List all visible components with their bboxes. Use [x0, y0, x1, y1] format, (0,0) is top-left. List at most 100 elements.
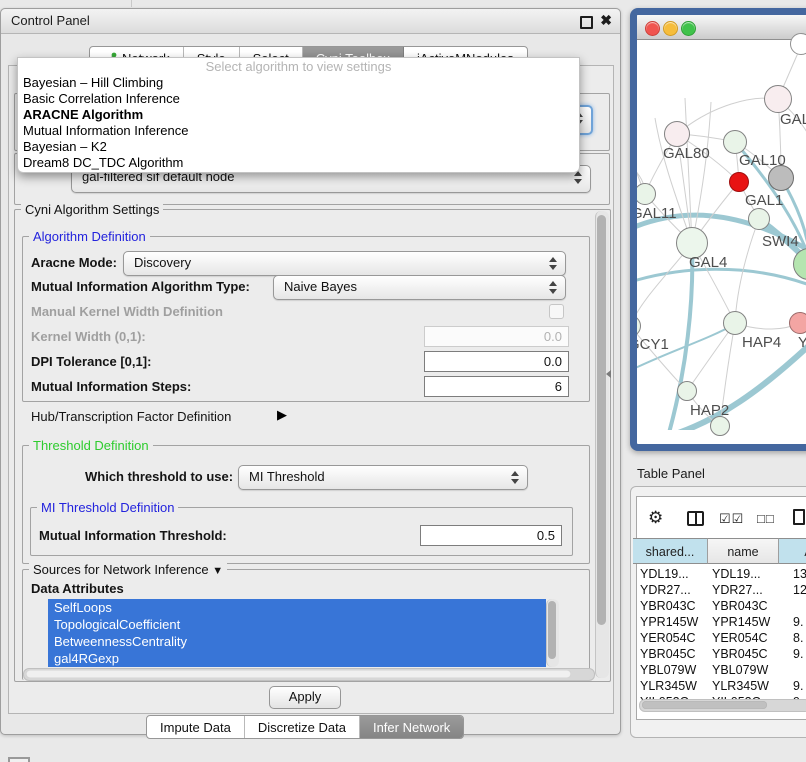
apply-button[interactable]: Apply — [269, 686, 341, 709]
attribute-item-betweennesscentrality[interactable]: BetweennessCentrality — [48, 633, 546, 650]
table-row[interactable]: YBR043CYBR043C — [633, 598, 806, 614]
algorithm-option-basic-correlation-inference[interactable]: Basic Correlation Inference — [18, 91, 579, 107]
table-row[interactable]: YLR345WYLR345W9. — [633, 678, 806, 694]
network-node[interactable] — [729, 172, 749, 192]
dpi-tolerance-field[interactable]: 0.0 — [424, 351, 569, 372]
which-threshold-select[interactable]: MI Threshold — [238, 465, 528, 490]
algorithm-dropdown-popup: Select algorithm to view settings Bayesi… — [17, 57, 580, 173]
network-edge[interactable] — [692, 102, 711, 243]
threshold-definition-legend: Threshold Definition — [29, 438, 153, 453]
mi-steps-field[interactable]: 6 — [424, 376, 569, 397]
aracne-mode-label: Aracne Mode: — [31, 255, 117, 270]
bottom-tab-discretize-data[interactable]: Discretize Data — [245, 716, 360, 738]
network-node[interactable] — [764, 85, 792, 113]
algorithm-option-mutual-information-inference[interactable]: Mutual Information Inference — [18, 123, 579, 139]
minimize-traffic-light[interactable] — [663, 21, 678, 36]
hub-tf-definition-label: Hub/Transcription Factor Definition — [31, 409, 231, 424]
network-node[interactable] — [723, 130, 747, 154]
kernel-width-value: 0.0 — [544, 329, 562, 344]
table-row[interactable]: YER054CYER054C8. — [633, 630, 806, 646]
expand-arrow-icon[interactable]: ▶ — [277, 407, 287, 423]
table-row[interactable]: YPR145WYPR145W9. — [633, 614, 806, 630]
mi-threshold-field-label: Mutual Information Threshold: — [39, 528, 227, 543]
dpi-tolerance-value: 0.0 — [544, 354, 562, 369]
settings-hscrollbar-thumb[interactable] — [26, 670, 571, 678]
kernel-width-field[interactable]: 0.0 — [424, 326, 569, 347]
algorithm-option-aracne-algorithm[interactable]: ARACNE Algorithm — [18, 107, 579, 123]
attribute-item-gal4rgexp[interactable]: gal4RGexp — [48, 650, 546, 667]
aracne-mode-select[interactable]: Discovery — [123, 251, 566, 276]
select-all-icon[interactable]: ☑☑ — [719, 511, 744, 527]
settings-scrollbar-thumb[interactable] — [597, 215, 606, 625]
app-divider-tick — [131, 0, 132, 7]
attribute-item-selfloops[interactable]: SelfLoops — [48, 599, 546, 616]
combo-arrows-icon — [574, 171, 582, 184]
table-cell: 9. — [793, 646, 803, 662]
table-row[interactable]: YBL079W YBL079W — [633, 662, 806, 678]
network-window-titlebar — [637, 15, 806, 40]
node-label-gal80: GAL80 — [663, 145, 710, 162]
table-cell: YER054C — [712, 630, 768, 646]
network-edge[interactable] — [677, 98, 778, 134]
cyni-settings-legend: Cyni Algorithm Settings — [21, 202, 163, 217]
which-threshold-value: MI Threshold — [249, 469, 325, 484]
column-header-shared-[interactable]: shared... — [633, 538, 708, 564]
network-node[interactable] — [664, 121, 690, 147]
network-view-window: GALGAL80GAL10GAL1GAL11SWI4GAL4GCY1HAP4YH… — [630, 8, 806, 451]
table-settings-gear-icon[interactable]: ⚙ — [648, 508, 663, 528]
table-row[interactable]: YBR045CYBR045C9. — [633, 646, 806, 662]
algorithm-option-bayesian-k2[interactable]: Bayesian – K2 — [18, 139, 579, 155]
table-row[interactable]: YDL19...YDL19...13 — [633, 566, 806, 582]
bottom-tab-bar: Impute DataDiscretize DataInfer Network — [146, 715, 464, 739]
columns-divider — [695, 513, 697, 524]
column-header-name[interactable]: name — [708, 538, 779, 564]
zoom-traffic-light[interactable] — [681, 21, 696, 36]
panel-collapse-arrow-icon[interactable] — [606, 370, 611, 378]
table-hscrollbar-thumb[interactable] — [642, 701, 767, 709]
bottom-tab-impute-data[interactable]: Impute Data — [147, 716, 245, 738]
network-node[interactable] — [748, 208, 770, 230]
control-panel-titlebar: Control Panel ✖ — [1, 9, 620, 34]
network-node[interactable] — [789, 312, 806, 334]
attribute-item-topologicalcoefficient[interactable]: TopologicalCoefficient — [48, 616, 546, 633]
minimized-panel-icon[interactable] — [8, 757, 30, 762]
table-row[interactable]: YDR27...YDR27...12 — [633, 582, 806, 598]
data-attributes-list[interactable]: SelfLoopsTopologicalCoefficientBetweenne… — [48, 599, 546, 667]
network-node[interactable] — [710, 416, 730, 436]
node-label-y: Y — [798, 334, 806, 351]
network-edge[interactable] — [637, 269, 806, 287]
export-table-icon[interactable] — [793, 509, 805, 525]
table-columns-icon[interactable] — [687, 511, 704, 526]
deselect-all-icon[interactable]: □□ — [757, 511, 775, 526]
mi-threshold-field[interactable]: 0.5 — [420, 525, 562, 546]
network-node[interactable] — [634, 183, 656, 205]
bottom-tab-infer-network[interactable]: Infer Network — [360, 716, 463, 738]
network-canvas[interactable]: GALGAL80GAL10GAL1GAL11SWI4GAL4GCY1HAP4YH… — [637, 40, 806, 430]
mi-steps-label: Mutual Information Steps: — [31, 379, 191, 394]
table-cell: YLR345W — [712, 678, 769, 694]
network-edge[interactable] — [685, 98, 692, 243]
attributes-scrollbar-thumb[interactable] — [548, 601, 556, 659]
table-cell: YBL079W — [640, 662, 696, 678]
network-node[interactable] — [723, 311, 747, 335]
network-node[interactable] — [677, 381, 697, 401]
sources-legend-text: Sources for Network Inference — [33, 562, 209, 577]
which-threshold-label: Which threshold to use: — [85, 469, 233, 484]
close-traffic-light[interactable] — [645, 21, 660, 36]
table-hscrollbar-track[interactable] — [639, 699, 806, 712]
node-label-gal: GAL — [780, 111, 806, 128]
table-cell: YPR145W — [640, 614, 698, 630]
float-window-icon[interactable] — [580, 16, 593, 29]
column-header-a[interactable]: A — [779, 538, 806, 564]
combo-arrows-icon — [549, 281, 557, 294]
table-cell: YBL079W — [712, 662, 768, 678]
algorithm-option-dream8-dc-tdc-algorithm[interactable]: Dream8 DC_TDC Algorithm — [18, 155, 579, 171]
algorithm-option-bayesian-hill-climbing[interactable]: Bayesian – Hill Climbing — [18, 75, 579, 91]
mi-algorithm-type-select[interactable]: Naive Bayes — [273, 275, 566, 300]
network-node[interactable] — [790, 33, 806, 55]
settings-hscrollbar-track[interactable] — [23, 668, 595, 681]
close-icon[interactable]: ✖ — [600, 12, 612, 29]
collapse-arrow-icon[interactable]: ▼ — [212, 565, 223, 577]
table-cell: YBR045C — [712, 646, 768, 662]
manual-kernel-checkbox[interactable] — [549, 304, 564, 319]
